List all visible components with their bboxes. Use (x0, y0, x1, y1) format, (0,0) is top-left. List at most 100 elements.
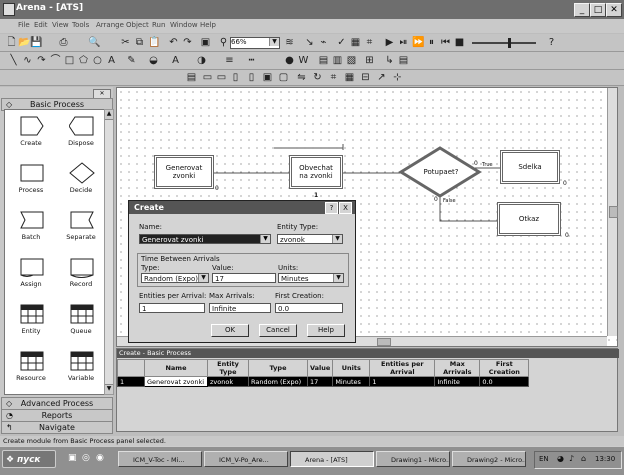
palette-scrollbar[interactable]: ▲ ▼ (104, 109, 114, 395)
cell-first-creation[interactable]: 0.0 (479, 376, 530, 387)
open-icon[interactable]: 📂 (18, 37, 30, 48)
module-variable[interactable]: Variable (58, 348, 104, 394)
task-icm-po[interactable]: ICM_V-Po_Are... (204, 451, 288, 467)
cell-units[interactable]: Minutes (332, 376, 371, 387)
units-field[interactable]: Minutes ▼ (278, 273, 344, 283)
name-field[interactable]: Generovat zvonki ▼ (139, 234, 271, 244)
line-color-icon[interactable]: ✎ (126, 55, 137, 66)
browser-icon[interactable]: ◎ (82, 453, 90, 463)
snap-grid-icon[interactable]: ⌗ (328, 72, 339, 83)
rotate-icon[interactable]: ↻ (312, 72, 323, 83)
menu-view[interactable]: View (52, 21, 69, 29)
col-first-creation[interactable]: First Creation (479, 359, 530, 377)
fast-forward-icon[interactable]: ⏩ (412, 37, 424, 48)
entity-type-field[interactable]: zvonok ▼ (277, 234, 343, 244)
cell-entity-type[interactable]: zvonok (207, 376, 249, 387)
task-drawing2[interactable]: Drawing2 - Micro... (452, 451, 526, 467)
line-icon[interactable]: ╲ (8, 55, 19, 66)
menu-arrange[interactable]: Arrange (96, 21, 124, 29)
canvas-hscroll-thumb[interactable] (377, 338, 391, 346)
module-entity[interactable]: Entity (8, 301, 54, 347)
new-icon[interactable]: 🗋 (6, 37, 17, 48)
zoom-icon[interactable]: ⚲ (218, 37, 229, 48)
col-entity-type[interactable]: Entity Type (207, 359, 249, 377)
menu-edit[interactable]: Edit (34, 21, 48, 29)
col-name[interactable]: Name (144, 359, 208, 377)
col-value[interactable]: Value (306, 359, 334, 377)
process-module[interactable]: Obvechat na zvonki (289, 155, 343, 189)
module-record[interactable]: Record (58, 254, 104, 300)
dialog-close-icon[interactable]: X (339, 202, 352, 214)
split-icon[interactable]: ⊟ (360, 72, 371, 83)
line-width-icon[interactable]: ≡ (224, 55, 235, 66)
max-arrivals-field[interactable]: Infinite (209, 303, 271, 313)
text-color-icon[interactable]: A (170, 55, 181, 66)
col-units[interactable]: Units (332, 359, 371, 377)
network-icon[interactable]: ⌂ (581, 454, 586, 463)
module-dispose[interactable]: Dispose (58, 113, 104, 159)
module-create[interactable]: Create (8, 113, 54, 159)
task-drawing1[interactable]: Drawing1 - Micro... (376, 451, 450, 467)
segment-icon[interactable]: ▤ (398, 55, 409, 66)
help-button[interactable]: Help (307, 324, 345, 337)
speed-slider-thumb[interactable] (508, 38, 511, 48)
ungroup-icon[interactable]: ▢ (278, 72, 289, 83)
menu-help[interactable]: Help (200, 21, 216, 29)
language-indicator[interactable]: EN (539, 455, 549, 463)
level-icon[interactable]: ▧ (346, 55, 357, 66)
menu-file[interactable]: File (18, 21, 30, 29)
queue-animation-icon[interactable]: ● (284, 55, 295, 66)
polyline-icon[interactable]: ∿ (22, 55, 33, 66)
cell-max-arrivals[interactable]: Infinite (434, 376, 481, 387)
bezier-icon[interactable]: ⌒ (50, 55, 61, 66)
menu-object[interactable]: Object (126, 21, 149, 29)
module-separate[interactable]: Separate (58, 207, 104, 253)
module-batch[interactable]: Batch (8, 207, 54, 253)
box-icon[interactable]: □ (64, 55, 75, 66)
desktop-icon[interactable]: ▣ (68, 453, 77, 463)
step-icon[interactable]: ⏯ (398, 37, 409, 48)
dialog-help-icon[interactable]: ? (325, 202, 338, 214)
dispose-otkaz-module[interactable]: Otkaz (497, 202, 561, 236)
menu-window[interactable]: Window (170, 21, 198, 29)
end-icon[interactable]: ■ (454, 37, 465, 48)
print-preview-icon[interactable]: 🔍 (88, 37, 100, 48)
flip-icon[interactable]: ⇋ (296, 72, 307, 83)
align-top-icon[interactable]: ▭ (202, 72, 213, 83)
fill-color-icon[interactable]: ◒ (148, 55, 159, 66)
start-button[interactable]: ❖ пуск (2, 450, 56, 468)
undo-icon[interactable]: ↶ (168, 37, 179, 48)
grid-icon[interactable]: ▦ (350, 37, 361, 48)
module-queue[interactable]: Queue (58, 301, 104, 347)
cut-icon[interactable]: ✂ (120, 37, 131, 48)
ok-button[interactable]: OK (211, 324, 249, 337)
align-left-icon[interactable]: ▯ (230, 72, 241, 83)
paste-icon[interactable]: 📋 (148, 37, 160, 48)
module-assign[interactable]: Assign (8, 254, 54, 300)
scroll-up-icon[interactable]: ▲ (105, 110, 113, 120)
plot-icon[interactable]: ▤ (318, 55, 329, 66)
navigate-header[interactable]: ↰ Navigate (1, 421, 113, 434)
module-process[interactable]: Process (8, 160, 54, 206)
pointer-icon[interactable]: ↗ (376, 72, 387, 83)
decide-module-label[interactable]: Potupaet? (423, 168, 459, 176)
background-color-icon[interactable]: ◑ (196, 55, 207, 66)
scroll-down-icon[interactable]: ▼ (105, 384, 113, 394)
entities-per-arrival-field[interactable]: 1 (139, 303, 205, 313)
bring-front-icon[interactable]: ▤ (186, 72, 197, 83)
module-decide[interactable]: Decide (58, 160, 104, 206)
start-over-icon[interactable]: ⏮ (440, 37, 451, 48)
col-entities-per-arrival[interactable]: Entities per Arrival (369, 359, 436, 377)
create-module[interactable]: Generovat zvonki (154, 155, 214, 189)
type-field[interactable]: Random (Expo) ▼ (141, 273, 209, 283)
grid-show-icon[interactable]: ▦ (344, 72, 355, 83)
station-icon[interactable]: ⊞ (364, 55, 375, 66)
arrow-icon[interactable]: ↘ (304, 37, 315, 48)
menu-tools[interactable]: Tools (72, 21, 89, 29)
cell-entities-per-arrival[interactable]: 1 (369, 376, 436, 387)
help-pointer-icon[interactable]: ? (546, 37, 557, 48)
layers-icon[interactable]: ≋ (284, 37, 295, 48)
volume-icon[interactable]: ♪ (569, 454, 574, 463)
tray-icon[interactable]: ◕ (557, 454, 564, 463)
canvas-vertical-scrollbar[interactable] (607, 88, 618, 336)
